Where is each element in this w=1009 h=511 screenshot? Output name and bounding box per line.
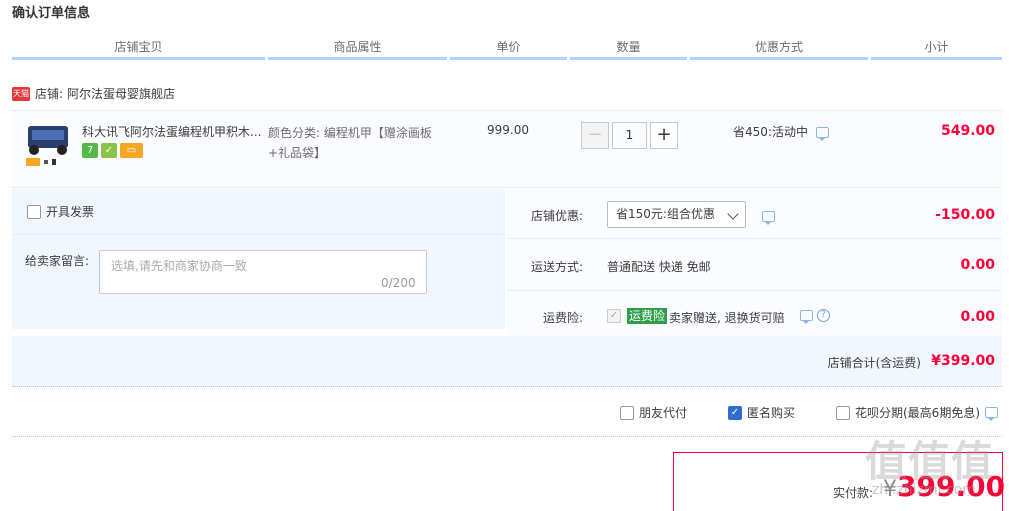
- item-badges: 7 ✓ ▭: [82, 143, 143, 158]
- help-icon[interactable]: ?: [816, 309, 830, 322]
- shipping-value: 普通配送 快递 免邮: [607, 260, 711, 274]
- insurance-label: 运费险:: [543, 311, 584, 325]
- item-title-link[interactable]: 科大讯飞阿尔法蛋编程机甲积木...: [82, 123, 264, 140]
- shop-label: 店铺:: [35, 87, 64, 101]
- shop-line: 天猫 店铺: 阿尔法蛋母婴旗舰店: [12, 85, 175, 102]
- friend-pay-label: 朋友代付: [639, 406, 688, 420]
- item-subtotal: 549.00: [940, 123, 995, 139]
- shipping-amount: 0.00: [960, 257, 995, 273]
- credit-card-icon: ▭: [120, 143, 143, 158]
- column-header-price: 单价: [450, 40, 567, 60]
- quantity-decrease-button[interactable]: −: [581, 122, 609, 149]
- anonymous-label: 匿名购买: [747, 406, 796, 420]
- column-header-discount: 优惠方式: [690, 40, 868, 60]
- insurance-amount: 0.00: [960, 309, 995, 325]
- shop-discount-amount: -150.00: [935, 207, 995, 223]
- huabei-option[interactable]: 花呗分期(最高6期免息): [836, 404, 998, 421]
- huabei-checkbox[interactable]: [836, 405, 850, 420]
- seven-day-return-icon: 7: [82, 143, 98, 158]
- column-header-attr: 商品属性: [268, 40, 447, 60]
- discount-text: 省450:活动中: [733, 125, 808, 139]
- item-attributes: 颜色分类: 编程机甲【赠涂画板 +礼品袋】: [268, 123, 448, 163]
- shipping-label: 运送方式:: [531, 260, 584, 274]
- attr-line-2: +礼品袋】: [268, 146, 327, 160]
- remark-char-count: 0/200: [381, 276, 416, 290]
- invoice-toggle[interactable]: 开具发票: [27, 203, 94, 220]
- shop-discount-label: 店铺优惠:: [531, 209, 584, 223]
- huabei-label: 花呗分期(最高6期免息): [855, 406, 980, 420]
- chat-icon[interactable]: [800, 310, 813, 324]
- column-header-subtotal: 小计: [871, 40, 1002, 60]
- invoice-checkbox[interactable]: [27, 204, 41, 219]
- discount-info: 省450:活动中: [733, 123, 829, 141]
- friend-pay-checkbox[interactable]: [620, 405, 634, 420]
- tmall-icon: 天猫: [12, 86, 30, 101]
- quantity-input[interactable]: 1: [612, 122, 647, 149]
- chat-icon[interactable]: [985, 407, 998, 421]
- remark-placeholder: 选填,请先和商家协商一致: [111, 259, 247, 273]
- attr-line-1: 颜色分类: 编程机甲【赠涂画板: [268, 126, 432, 140]
- shop-total-value: ¥399.00: [931, 353, 995, 369]
- chat-icon[interactable]: [762, 211, 775, 225]
- product-thumbnail[interactable]: [22, 122, 74, 170]
- invoice-label: 开具发票: [46, 205, 95, 219]
- guarantee-icon: ✓: [101, 143, 117, 158]
- chat-icon[interactable]: [815, 127, 829, 141]
- shop-discount-selected: 省150元:组合优惠: [616, 207, 715, 221]
- anonymous-option[interactable]: ✓ 匿名购买: [728, 404, 795, 421]
- insurance-icons: ?: [800, 308, 830, 324]
- insurance-checkbox: ✓: [607, 309, 621, 323]
- shop-total-label: 店铺合计(含运费): [827, 356, 921, 370]
- anonymous-checkbox[interactable]: ✓: [728, 405, 742, 420]
- page-title: 确认订单信息: [12, 6, 91, 21]
- remark-label: 给卖家留言:: [25, 254, 90, 268]
- unit-price: 999.00: [487, 123, 529, 137]
- divider: [12, 436, 1002, 437]
- friend-pay-option[interactable]: 朋友代付: [620, 404, 687, 421]
- chevron-down-icon: [727, 208, 739, 220]
- watermark: 值值值: [865, 437, 995, 486]
- item-row: [12, 110, 1002, 188]
- column-header-qty: 数量: [570, 40, 687, 60]
- shop-discount-select[interactable]: 省150元:组合优惠: [607, 201, 746, 228]
- insurance-tag: 运费险: [627, 308, 668, 324]
- quantity-increase-button[interactable]: +: [650, 122, 678, 149]
- insurance-desc: 卖家赠送, 退换货可赔: [669, 311, 785, 325]
- watermark-site: zhi.zhizmi.com: [872, 482, 976, 498]
- shop-name-link[interactable]: 阿尔法蛋母婴旗舰店: [67, 85, 175, 102]
- column-header-item: 店铺宝贝: [12, 40, 265, 60]
